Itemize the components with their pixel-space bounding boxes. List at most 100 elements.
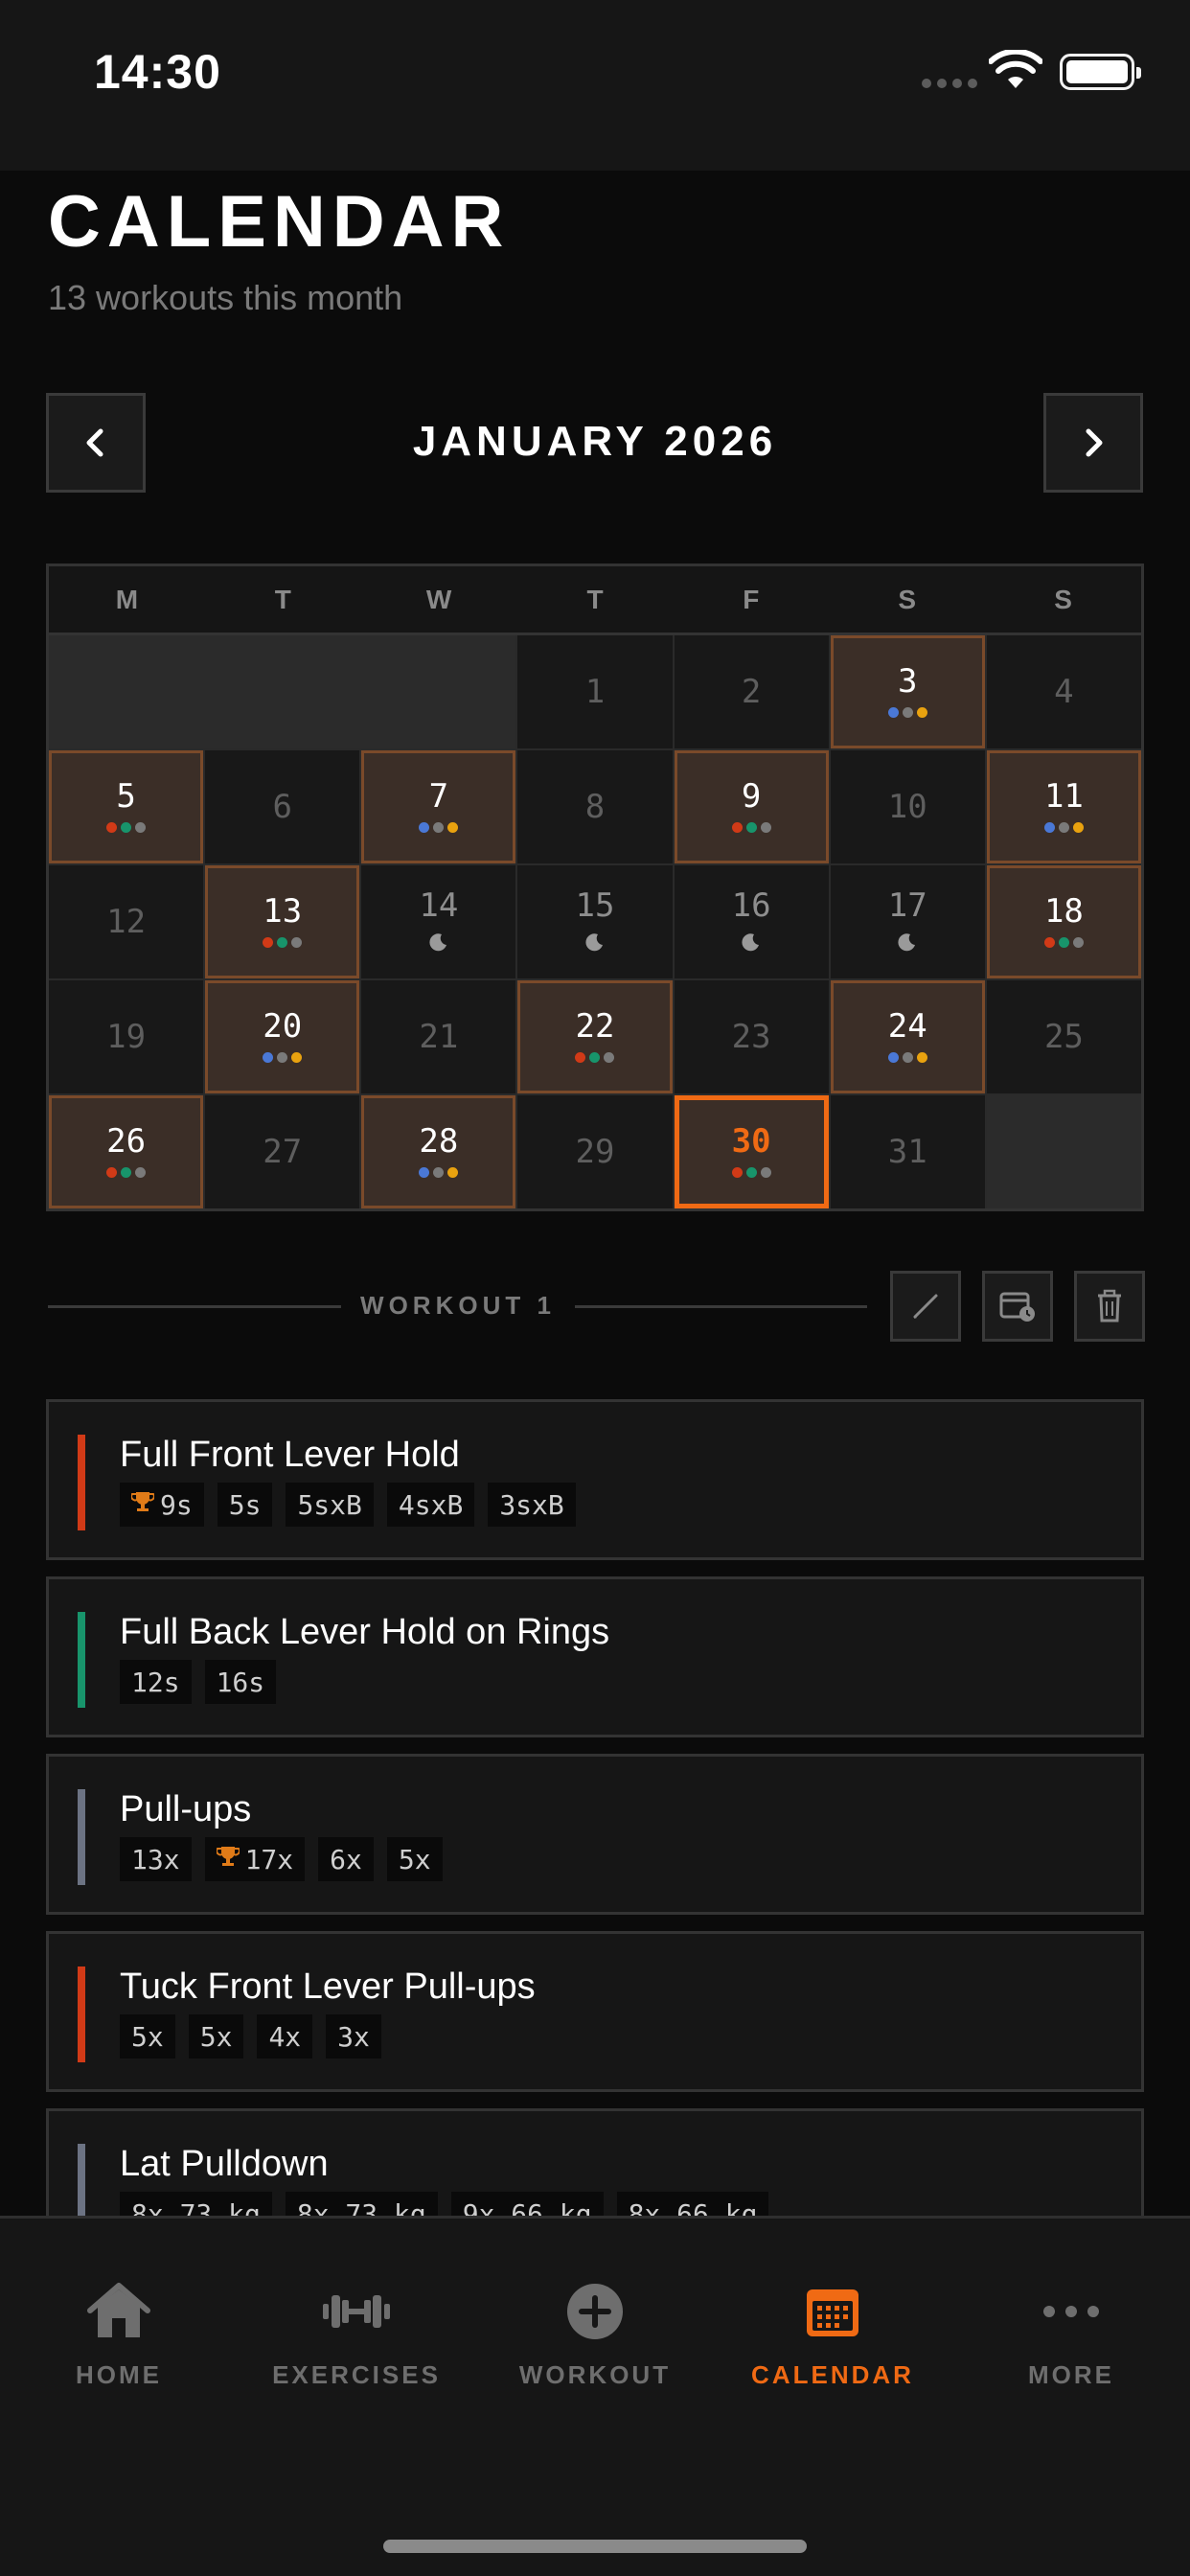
day-number: 22	[575, 1007, 615, 1046]
reschedule-workout-button[interactable]	[982, 1271, 1053, 1342]
category-dot	[902, 1052, 913, 1063]
workout-category-dots	[887, 707, 927, 719]
day-number: 13	[263, 892, 303, 931]
edit-workout-button[interactable]	[890, 1271, 961, 1342]
category-dot	[433, 822, 445, 833]
calendar-day[interactable]: 25	[986, 980, 1141, 1093]
day-number: 20	[263, 1007, 303, 1046]
set-chip: 5x	[120, 2014, 175, 2058]
category-dot	[731, 822, 743, 833]
tab-calendar[interactable]: CALENDAR	[714, 2276, 951, 2390]
set-chip: 3x	[326, 2014, 381, 2058]
set-value: 8x 73 kg	[131, 2197, 261, 2217]
set-value: 9x 66 kg	[462, 2197, 592, 2217]
category-dot	[1043, 822, 1055, 833]
day-number: 6	[272, 788, 292, 826]
category-dot	[1043, 937, 1055, 948]
set-chip-personal-record: 9s	[120, 1483, 204, 1527]
set-chip: 5x	[386, 1837, 443, 1881]
category-dot	[604, 1052, 615, 1063]
category-dot	[263, 1052, 274, 1063]
exercise-list[interactable]: Full Front Lever Hold 9s 5s 5sxB 4sxB 3sxB Ful…	[46, 1399, 1144, 2216]
exercise-card[interactable]: Full Back Lever Hold on Rings 12s 16s	[46, 1576, 1144, 1737]
calendar-day[interactable]: 20	[205, 980, 360, 1093]
exercise-card[interactable]: Pull-ups 13x 17x 6x 5x	[46, 1754, 1144, 1915]
next-month-button[interactable]	[1043, 393, 1143, 493]
calendar-day[interactable]: 19	[49, 980, 204, 1093]
day-number: 16	[731, 886, 771, 925]
wifi-icon	[989, 50, 1042, 88]
day-number: 9	[741, 777, 762, 816]
calendar-day[interactable]: 8	[517, 750, 673, 863]
workout-category-dots	[106, 822, 147, 834]
workout-category-dots	[263, 1052, 303, 1064]
calendar-day[interactable]: 28	[361, 1095, 516, 1208]
calendar-day[interactable]: 21	[361, 980, 516, 1093]
calendar-day[interactable]: 12	[49, 865, 204, 978]
category-dot	[277, 1052, 288, 1063]
calendar-day[interactable]: 2	[674, 635, 829, 748]
set-chip: 4sxB	[386, 1483, 475, 1527]
calendar-day[interactable]: 18	[986, 865, 1141, 978]
workout-category-dots	[106, 1167, 147, 1179]
calendar-day[interactable]: 16	[674, 865, 829, 978]
status-bar: 14:30	[0, 0, 1190, 171]
tab-workout[interactable]: WORKOUT	[476, 2276, 714, 2390]
calendar-day[interactable]: 13	[205, 865, 360, 978]
battery-icon	[1060, 54, 1141, 90]
rest-day-icon	[584, 932, 606, 955]
tab-home[interactable]: HOME	[0, 2276, 238, 2390]
calendar-day[interactable]: 26	[49, 1095, 204, 1208]
set-value: 5x	[398, 1843, 431, 1875]
calendar-day[interactable]: 31	[830, 1095, 985, 1208]
calendar-day[interactable]: 3	[830, 635, 985, 748]
set-chip: 5s	[217, 1483, 273, 1527]
calendar-day[interactable]: 15	[517, 865, 673, 978]
category-dot	[291, 1052, 303, 1063]
category-dot	[745, 1167, 757, 1178]
calendar-day[interactable]: 1	[517, 635, 673, 748]
calendar-day[interactable]: 9	[674, 750, 829, 863]
calendar-day[interactable]: 22	[517, 980, 673, 1093]
category-dot	[1058, 937, 1069, 948]
calendar-day[interactable]: 29	[517, 1095, 673, 1208]
category-dot	[916, 707, 927, 718]
trash-icon	[1098, 1289, 1121, 1322]
workout-category-dots	[419, 1167, 459, 1179]
calendar-day[interactable]: 5	[49, 750, 204, 863]
calendar-day[interactable]: 6	[205, 750, 360, 863]
calendar-day[interactable]: 27	[205, 1095, 360, 1208]
exercise-card[interactable]: Tuck Front Lever Pull-ups 5x 5x 4x 3x	[46, 1931, 1144, 2092]
day-number: 23	[731, 1018, 771, 1056]
calendar-day[interactable]: 10	[830, 750, 985, 863]
exercise-color-bar	[78, 1435, 85, 1530]
calendar-day[interactable]: 24	[830, 980, 985, 1093]
category-dot	[731, 1167, 743, 1178]
day-number: 28	[419, 1122, 459, 1161]
calendar-day[interactable]: 17	[830, 865, 985, 978]
tab-more[interactable]: MORE	[952, 2276, 1190, 2390]
day-number: 29	[575, 1133, 615, 1171]
chevron-right-icon	[1086, 428, 1103, 457]
category-dot	[902, 707, 913, 718]
page-subtitle: 13 workouts this month	[48, 278, 403, 317]
category-dot	[1058, 822, 1069, 833]
delete-workout-button[interactable]	[1074, 1271, 1145, 1342]
calendar-day[interactable]: 14	[361, 865, 516, 978]
calendar-day-today[interactable]: 30	[674, 1095, 829, 1208]
calendar-day[interactable]: 11	[986, 750, 1141, 863]
exercise-card[interactable]: Lat Pulldown 8x 73 kg 8x 73 kg 9x 66 kg 8x 6…	[46, 2108, 1144, 2216]
calendar-day[interactable]: 4	[986, 635, 1141, 748]
calendar-day[interactable]: 7	[361, 750, 516, 863]
tab-exercises[interactable]: EXERCISES	[238, 2276, 475, 2390]
exercise-card[interactable]: Full Front Lever Hold 9s 5s 5sxB 4sxB 3sxB	[46, 1399, 1144, 1560]
pencil-icon	[913, 1294, 938, 1319]
calendar-day[interactable]: 23	[674, 980, 829, 1093]
workout-category-dots	[419, 822, 459, 834]
set-value: 16s	[216, 1666, 265, 1698]
set-chip: 12s	[120, 1660, 192, 1704]
day-number: 27	[263, 1133, 303, 1171]
exercise-sets: 13x 17x 6x 5x	[120, 1837, 443, 1881]
category-dot	[589, 1052, 601, 1063]
weekday-label: T	[586, 584, 604, 614]
